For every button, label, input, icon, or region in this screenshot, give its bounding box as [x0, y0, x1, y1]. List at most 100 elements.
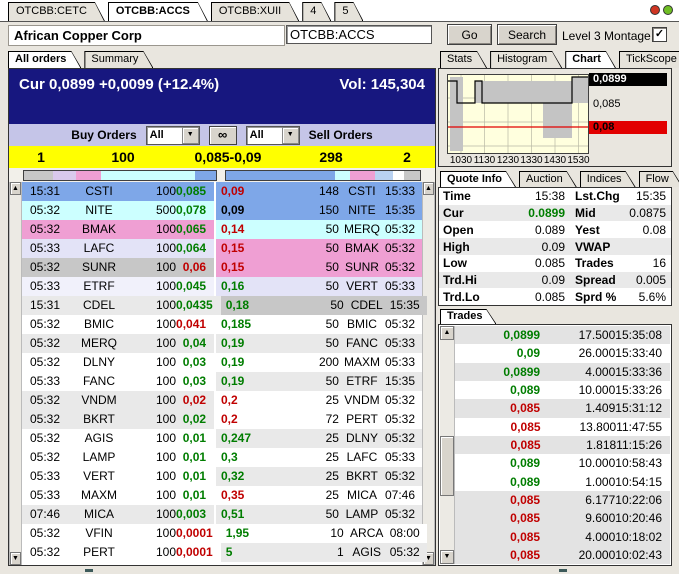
order-time: 05:32 — [22, 220, 72, 239]
workspace-tab-accs[interactable]: OTCBB:ACCS — [108, 2, 208, 21]
level3-montage-checkbox[interactable]: ✓ — [652, 27, 667, 42]
buy-order-row[interactable]: 05:32DLNY1000,03 — [22, 353, 214, 372]
depth-segment — [76, 171, 101, 180]
trade-row[interactable]: 0,08513.80011:47:55 — [455, 418, 670, 436]
tab-auction[interactable]: Auction — [519, 171, 577, 187]
link-sides-button[interactable]: ∞ — [209, 126, 237, 145]
scroll-up-icon[interactable]: ▲ — [10, 182, 21, 195]
buy-order-row[interactable]: 05:32BMAK1000,065 — [22, 220, 214, 239]
book-scrollbar-right[interactable]: ▲ ▼ — [422, 182, 435, 565]
sell-order-row[interactable]: 0,5150LAMP05:32 — [216, 505, 422, 524]
buy-order-row[interactable]: 05:33MAXM1000,01 — [22, 486, 214, 505]
tab-histogram[interactable]: Histogram — [490, 51, 562, 68]
trade-row[interactable]: 0,08910.00010:58:43 — [455, 454, 670, 472]
sell-order-row[interactable]: 0,1950ETRF15:35 — [216, 372, 422, 391]
buy-order-row[interactable]: 05:32VNDM1000,02 — [22, 391, 214, 410]
buy-order-row[interactable]: 05:33FANC1000,03 — [22, 372, 214, 391]
tab-flow[interactable]: Flow — [639, 171, 679, 187]
trade-row[interactable]: 0,0926.00015:33:40 — [455, 344, 670, 362]
workspace-tab-5[interactable]: 5 — [334, 2, 363, 21]
buy-order-row[interactable]: 05:32AGIS1000,01 — [22, 429, 214, 448]
tab-indices[interactable]: Indices — [580, 171, 636, 187]
order-time: 05:32 — [385, 315, 422, 334]
buy-filter-dropdown[interactable]: All ▼ — [146, 126, 200, 145]
tab-trades[interactable]: Trades — [440, 309, 496, 324]
ask-price: 0,35 — [216, 486, 279, 505]
workspace-tab-cetc[interactable]: OTCBB:CETC — [8, 2, 105, 21]
scroll-down-icon[interactable]: ▼ — [440, 550, 454, 564]
scroll-up-icon[interactable]: ▲ — [440, 326, 454, 340]
trade-row[interactable]: 0,0856.17710:22:06 — [455, 491, 670, 509]
chevron-down-icon[interactable]: ▼ — [282, 127, 299, 144]
sell-order-row[interactable]: 0,1550BMAK05:32 — [216, 239, 422, 258]
market-maker-id: AGIS — [72, 429, 126, 448]
sell-order-row[interactable]: 0,1950FANC05:33 — [216, 334, 422, 353]
tab-stats[interactable]: Stats — [440, 51, 487, 68]
chevron-down-icon[interactable]: ▼ — [182, 127, 199, 144]
tab-all-orders[interactable]: All orders — [8, 51, 81, 68]
sell-order-row[interactable]: 0,1850CDEL15:35 — [221, 296, 427, 315]
buy-order-row[interactable]: 05:32SUNR1000,06 — [22, 258, 214, 277]
trade-row[interactable]: 0,0851.81811:15:26 — [455, 436, 670, 454]
sell-order-row[interactable]: 0,3525MICA07:46 — [216, 486, 422, 505]
buy-order-row[interactable]: 15:31CSTI1000,085 — [22, 182, 214, 201]
buy-order-row[interactable]: 05:33LAFC1000,064 — [22, 239, 214, 258]
scroll-down-icon[interactable]: ▼ — [10, 552, 21, 565]
buy-order-row[interactable]: 05:32BMIC1000,041 — [22, 315, 214, 334]
buy-order-row[interactable]: 05:32LAMP1000,01 — [22, 448, 214, 467]
tab-summary[interactable]: Summary — [84, 51, 153, 68]
sell-order-row[interactable]: 0,272PERT05:32 — [216, 410, 422, 429]
sell-order-row[interactable]: 0,225VNDM05:32 — [216, 391, 422, 410]
search-button[interactable]: Search — [497, 24, 557, 45]
trade-row[interactable]: 0,0854.00010:18:02 — [455, 527, 670, 545]
tab-tickscope[interactable]: TickScope — [619, 51, 679, 68]
depth-segment — [195, 171, 216, 180]
scrollbar-thumb[interactable] — [440, 436, 454, 496]
trade-row[interactable]: 0,08994.00015:33:36 — [455, 363, 670, 381]
order-time: 05:32 — [22, 201, 72, 220]
order-size: 25 — [279, 391, 339, 410]
status-dots — [650, 5, 673, 15]
buy-order-row[interactable]: 05:32MERQ1000,04 — [22, 334, 214, 353]
sell-order-row[interactable]: 0,19200MAXM05:33 — [216, 353, 422, 372]
order-book-row: 05:33MAXM1000,010,3525MICA07:46 — [22, 486, 422, 505]
sell-order-row[interactable]: 0,18550BMIC05:32 — [216, 315, 422, 334]
buy-order-row[interactable]: 05:33ETRF1000,045 — [22, 277, 214, 296]
trade-row[interactable]: 0,0851.40915:31:12 — [455, 399, 670, 417]
buy-order-row[interactable]: 05:32PERT1000,0001 — [22, 543, 221, 562]
sell-order-row[interactable]: 0,325LAFC05:33 — [216, 448, 422, 467]
trade-row[interactable]: 0,0859.60010:20:46 — [455, 509, 670, 527]
sell-order-row[interactable]: 51AGIS05:32 — [221, 543, 427, 562]
sell-order-row[interactable]: 0,1650VERT05:33 — [216, 277, 422, 296]
sell-order-row[interactable]: 0,1450MERQ05:32 — [216, 220, 422, 239]
sell-order-row[interactable]: 0,24725DLNY05:32 — [216, 429, 422, 448]
trade-size: 10.000 — [540, 383, 615, 397]
buy-order-row[interactable]: 07:46MICA1000,003 — [22, 505, 214, 524]
workspace-tab-4[interactable]: 4 — [302, 2, 331, 21]
tab-quote-info[interactable]: Quote Info — [440, 171, 516, 187]
sell-order-row[interactable]: 0,3225BKRT05:32 — [216, 467, 422, 486]
trades-scrollbar[interactable]: ▲ ▼ — [440, 326, 455, 564]
scroll-up-icon[interactable]: ▲ — [423, 182, 434, 195]
symbol-input[interactable] — [286, 25, 432, 44]
buy-order-row[interactable]: 05:32NITE5000,078 — [22, 201, 214, 220]
bid-price: 0,078 — [176, 201, 214, 220]
trade-row[interactable]: 0,08910.00015:33:26 — [455, 381, 670, 399]
buy-order-row[interactable]: 05:32VFIN1000,0001 — [22, 524, 221, 543]
buy-order-row[interactable]: 05:32BKRT1000,02 — [22, 410, 214, 429]
trade-row[interactable]: 0,089917.50015:35:08 — [455, 326, 670, 344]
buy-order-row[interactable]: 05:33VERT1000,01 — [22, 467, 214, 486]
trade-row[interactable]: 0,0891.00010:54:15 — [455, 473, 670, 491]
trade-row[interactable]: 0,08520.00010:02:43 — [455, 546, 670, 564]
workspace-tab-xuii[interactable]: OTCBB:XUII — [211, 2, 299, 21]
sell-order-row[interactable]: 0,09150NITE15:35 — [216, 201, 422, 220]
book-scrollbar-left[interactable]: ▲ ▼ — [9, 182, 22, 565]
go-button[interactable]: Go — [447, 24, 492, 45]
tab-chart[interactable]: Chart — [565, 51, 616, 68]
sell-order-row[interactable]: 1,9510ARCA08:00 — [221, 524, 427, 543]
buy-order-row[interactable]: 15:31CDEL1000,0435 — [22, 296, 221, 315]
sell-order-row[interactable]: 0,1550SUNR05:32 — [216, 258, 422, 277]
sell-order-row[interactable]: 0,09148CSTI15:33 — [216, 182, 422, 201]
sell-filter-dropdown[interactable]: All ▼ — [246, 126, 300, 145]
chart-x-axis: 103011301230133014301530 — [447, 155, 589, 166]
